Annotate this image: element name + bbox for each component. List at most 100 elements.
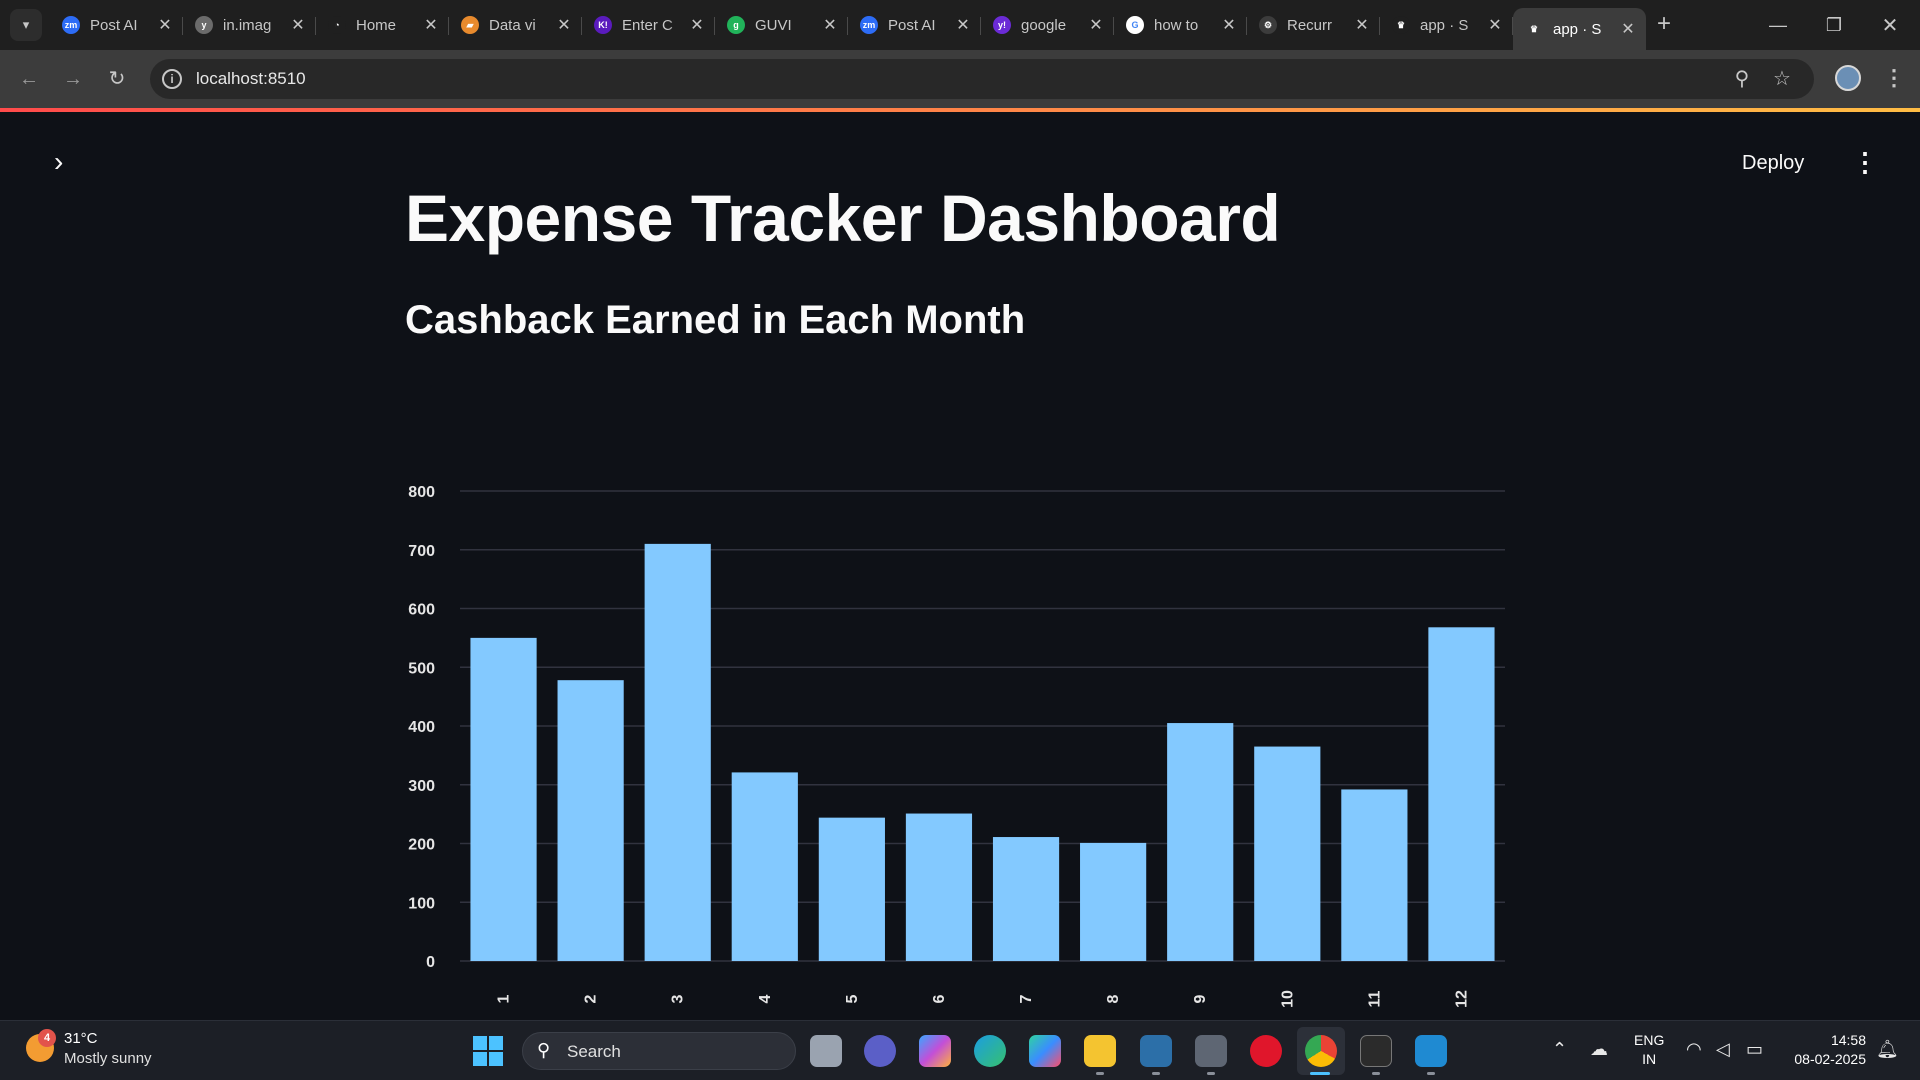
active-app-indicator <box>1310 1072 1330 1075</box>
x-tick-label: 10 <box>1279 990 1296 1008</box>
tab-title: Recurr <box>1287 16 1333 34</box>
browser-tab[interactable]: g GUVI ✕ <box>715 8 848 42</box>
tab-close-icon[interactable]: ✕ <box>1352 15 1372 35</box>
tab-close-icon[interactable]: ✕ <box>421 15 441 35</box>
file-explorer-icon[interactable] <box>1084 1035 1116 1067</box>
browser-tab[interactable]: ▰ Data vi ✕ <box>449 8 582 42</box>
tab-close-icon[interactable]: ✕ <box>1485 15 1505 35</box>
chart-bar <box>470 637 537 961</box>
tab-search-button[interactable]: ▾ <box>10 9 42 41</box>
browser-tab[interactable]: ⚙ Recurr ✕ <box>1247 8 1380 42</box>
onedrive-cloud-icon[interactable]: ☁ <box>1590 1039 1608 1060</box>
windows-start-icon[interactable] <box>473 1036 503 1066</box>
tab-favicon-icon: zm <box>62 16 80 34</box>
browser-tab[interactable]: y! google ✕ <box>981 8 1114 42</box>
tab-favicon-icon: K! <box>594 16 612 34</box>
notification-bell-icon[interactable]: 🔔︎ <box>1876 1039 1899 1060</box>
chrome-browser-icon[interactable] <box>1305 1035 1337 1067</box>
wifi-icon[interactable]: ◠ <box>1686 1039 1702 1060</box>
tab-title: app · S <box>1553 20 1602 38</box>
tab-favicon-icon: ▰ <box>461 16 479 34</box>
minimize-button[interactable]: — <box>1750 0 1806 50</box>
restore-button[interactable]: ❐ <box>1806 0 1862 50</box>
battery-icon[interactable]: ▭ <box>1746 1039 1763 1060</box>
vscode-icon[interactable] <box>1415 1035 1447 1067</box>
tab-close-icon[interactable]: ✕ <box>953 15 973 35</box>
show-hidden-icons-chevron-icon[interactable]: ⌃ <box>1552 1039 1567 1060</box>
browser-tab[interactable]: zm Post AI ✕ <box>848 8 981 42</box>
weather-condition[interactable]: Mostly sunny <box>64 1050 152 1067</box>
reload-button[interactable]: ↻ <box>102 64 132 94</box>
tab-favicon-icon: y! <box>993 16 1011 34</box>
chart-bar <box>731 772 798 961</box>
chart-y-axis: 0 100 200 300 400 500 600 700 800 <box>408 484 435 971</box>
opera-browser-icon[interactable] <box>1250 1035 1282 1067</box>
x-tick-label: 2 <box>583 994 600 1003</box>
browser-tab[interactable]: y in.imag ✕ <box>183 8 316 42</box>
chart-bar <box>1167 723 1234 961</box>
teams-chat-icon[interactable] <box>864 1035 896 1067</box>
chart-bar <box>1428 627 1495 961</box>
weather-temperature[interactable]: 31°C <box>64 1030 98 1047</box>
browser-tab[interactable]: K! Enter C ✕ <box>582 8 715 42</box>
tab-title: how to <box>1154 16 1199 34</box>
copilot-icon[interactable] <box>919 1035 951 1067</box>
y-tick-label: 800 <box>408 484 435 501</box>
terminal-icon[interactable] <box>1360 1035 1392 1067</box>
tab-close-icon[interactable]: ✕ <box>288 15 308 35</box>
x-tick-label: 1 <box>496 994 513 1003</box>
tab-title: in.imag <box>223 16 272 34</box>
tab-close-icon[interactable]: ✕ <box>820 15 840 35</box>
tab-close-icon[interactable]: ✕ <box>155 15 175 35</box>
main-menu-icon[interactable]: ⋮ <box>1852 147 1878 177</box>
tab-favicon-icon: ◔ <box>328 16 346 34</box>
edge-browser-icon[interactable] <box>974 1035 1006 1067</box>
search-label: Search <box>567 1042 621 1061</box>
browser-tab[interactable]: ♛ app · S ✕ <box>1380 8 1513 42</box>
browser-tab[interactable]: zm Post AI ✕ <box>50 8 183 42</box>
forward-button[interactable]: → <box>58 64 88 94</box>
tab-close-icon[interactable]: ✕ <box>1219 15 1239 35</box>
input-language-indicator[interactable]: ENG IN <box>1634 1031 1664 1069</box>
play-store-icon[interactable] <box>1029 1035 1061 1067</box>
bookmark-star-icon[interactable]: ☆ <box>1770 67 1794 91</box>
calculator-icon[interactable] <box>1195 1035 1227 1067</box>
browser-tab-strip: ▾ zm Post AI ✕ y in.imag ✕ ◔ Home ✕ ▰ Data vi ✕ K! En… <box>0 0 1920 50</box>
chart-bars <box>470 543 1495 961</box>
browser-tab[interactable]: ♛ app · S ✕ <box>1513 8 1646 50</box>
chart-bar <box>905 813 973 961</box>
region-code: IN <box>1642 1051 1657 1067</box>
browser-menu-icon[interactable]: ⋮ <box>1883 64 1905 92</box>
running-indicator <box>1152 1072 1160 1075</box>
search-icon: ⚲ <box>537 1040 551 1060</box>
back-button[interactable]: ← <box>14 64 44 94</box>
task-view-icon[interactable] <box>810 1035 842 1067</box>
url-text[interactable]: localhost:8510 <box>196 69 306 89</box>
zoom-icon[interactable]: ⚲ <box>1730 67 1754 91</box>
section-subheader: Cashback Earned in Each Month <box>405 298 1026 342</box>
deploy-button[interactable]: Deploy <box>1742 152 1804 175</box>
clock-date: 08-02-2025 <box>1794 1051 1866 1067</box>
browser-tab[interactable]: Ghow to ✕ <box>1114 8 1247 42</box>
tab-close-icon[interactable]: ✕ <box>554 15 574 35</box>
sidebar-expand-icon[interactable]: › <box>54 148 78 176</box>
close-window-button[interactable]: ✕ <box>1862 0 1918 50</box>
address-bar[interactable]: i localhost:8510 ⚲ ☆ <box>150 59 1814 99</box>
clock-time: 14:58 <box>1830 1032 1866 1048</box>
tab-close-icon[interactable]: ✕ <box>687 15 707 35</box>
system-clock[interactable]: 14:58 08-02-2025 <box>1780 1031 1866 1069</box>
tab-favicon-icon: y <box>195 16 213 34</box>
taskbar-search[interactable]: ⚲ Search <box>522 1032 796 1070</box>
mysql-workbench-icon[interactable] <box>1140 1035 1172 1067</box>
y-tick-label: 0 <box>426 954 435 971</box>
profile-avatar[interactable] <box>1835 65 1861 91</box>
tab-close-icon[interactable]: ✕ <box>1086 15 1106 35</box>
cashback-bar-chart[interactable]: 0100200300400500600700800 1 2 3 4 5 6 7 8 9 10 11 1… <box>390 358 1520 1018</box>
browser-tab[interactable]: ◔ Home ✕ <box>316 8 449 42</box>
tab-favicon-icon: zm <box>860 16 878 34</box>
volume-icon[interactable]: ◁ <box>1716 1039 1730 1060</box>
new-tab-button[interactable]: + <box>1650 10 1678 38</box>
tab-title: Post AI <box>888 16 936 34</box>
site-info-icon[interactable]: i <box>162 69 182 89</box>
tab-close-icon[interactable]: ✕ <box>1618 19 1638 39</box>
